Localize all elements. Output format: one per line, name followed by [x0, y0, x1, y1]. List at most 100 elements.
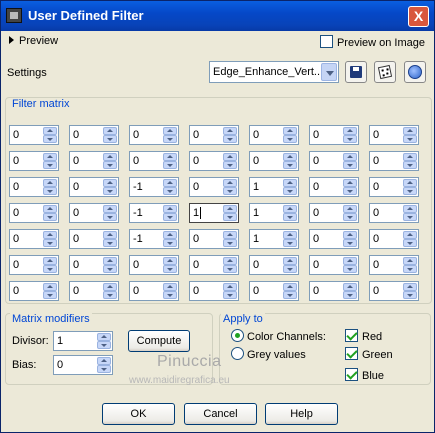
spin-up-icon[interactable] [163, 179, 177, 187]
spin-up-icon[interactable] [223, 205, 237, 213]
spin-down-icon[interactable] [163, 161, 177, 169]
matrix-cell-stepper[interactable]: 0 [309, 125, 359, 145]
spin-down-icon[interactable] [403, 161, 417, 169]
matrix-cell-stepper[interactable]: 1 [249, 229, 299, 249]
checkbox-box[interactable] [345, 347, 358, 360]
spin-down-icon[interactable] [103, 239, 117, 247]
spin-down-icon[interactable] [163, 213, 177, 221]
spin-up-icon[interactable] [223, 153, 237, 161]
close-button[interactable]: X [408, 6, 429, 27]
matrix-cell-stepper[interactable]: 0 [9, 125, 59, 145]
spin-down-icon[interactable] [103, 291, 117, 299]
spin-down-icon[interactable] [283, 187, 297, 195]
matrix-cell-stepper[interactable]: 0 [9, 281, 59, 301]
preview-toggle[interactable]: Preview [9, 35, 58, 47]
matrix-cell-stepper[interactable]: -1 [129, 177, 179, 197]
spin-up-icon[interactable] [403, 179, 417, 187]
spin-down-icon[interactable] [223, 213, 237, 221]
spin-down-icon[interactable] [403, 187, 417, 195]
spin-down-icon[interactable] [43, 213, 57, 221]
spin-up-icon[interactable] [43, 153, 57, 161]
matrix-cell-stepper[interactable]: 0 [69, 281, 119, 301]
spin-down-icon[interactable] [97, 341, 111, 349]
spin-up-icon[interactable] [283, 179, 297, 187]
spin-down-icon[interactable] [97, 365, 111, 373]
spin-down-icon[interactable] [403, 265, 417, 273]
spin-up-icon[interactable] [103, 153, 117, 161]
divisor-stepper[interactable]: 1 [53, 331, 113, 351]
matrix-cell-stepper[interactable]: -1 [129, 203, 179, 223]
spin-down-icon[interactable] [223, 161, 237, 169]
spin-down-icon[interactable] [223, 187, 237, 195]
matrix-cell-stepper[interactable]: 0 [249, 255, 299, 275]
spin-up-icon[interactable] [343, 257, 357, 265]
help-button[interactable]: Help [265, 403, 338, 425]
spin-down-icon[interactable] [343, 265, 357, 273]
spin-up-icon[interactable] [163, 231, 177, 239]
matrix-cell-stepper[interactable]: 0 [69, 203, 119, 223]
matrix-cell-stepper[interactable]: 0 [9, 255, 59, 275]
matrix-cell-stepper[interactable]: 0 [369, 125, 419, 145]
spin-up-icon[interactable] [343, 153, 357, 161]
spin-up-icon[interactable] [403, 153, 417, 161]
spin-up-icon[interactable] [223, 257, 237, 265]
spin-up-icon[interactable] [163, 127, 177, 135]
color-channels-radio[interactable]: Color Channels: [231, 329, 326, 343]
cancel-button[interactable]: Cancel [184, 403, 257, 425]
spin-down-icon[interactable] [103, 265, 117, 273]
spin-down-icon[interactable] [163, 265, 177, 273]
matrix-cell-stepper[interactable]: 0 [309, 177, 359, 197]
spin-down-icon[interactable] [403, 291, 417, 299]
spin-up-icon[interactable] [223, 283, 237, 291]
matrix-cell-stepper[interactable]: 0 [309, 203, 359, 223]
spin-down-icon[interactable] [43, 265, 57, 273]
spin-down-icon[interactable] [43, 161, 57, 169]
spin-down-icon[interactable] [223, 239, 237, 247]
matrix-cell-stepper[interactable]: 0 [189, 125, 239, 145]
matrix-cell-stepper[interactable]: 0 [69, 151, 119, 171]
matrix-cell-stepper[interactable]: 0 [189, 281, 239, 301]
spin-down-icon[interactable] [343, 135, 357, 143]
spin-up-icon[interactable] [283, 127, 297, 135]
radio-button[interactable] [231, 347, 244, 360]
matrix-cell-stepper[interactable]: 0 [369, 255, 419, 275]
spin-up-icon[interactable] [283, 257, 297, 265]
spin-up-icon[interactable] [103, 283, 117, 291]
spin-down-icon[interactable] [163, 187, 177, 195]
spin-down-icon[interactable] [103, 161, 117, 169]
grey-values-radio[interactable]: Grey values [231, 347, 306, 361]
spin-up-icon[interactable] [103, 127, 117, 135]
spin-down-icon[interactable] [103, 213, 117, 221]
randomize-button[interactable] [374, 61, 396, 83]
spin-down-icon[interactable] [283, 135, 297, 143]
spin-up-icon[interactable] [283, 153, 297, 161]
compute-button[interactable]: Compute [128, 330, 190, 352]
matrix-cell-stepper[interactable]: 0 [69, 229, 119, 249]
preview-on-image-checkbox[interactable]: Preview on Image [319, 35, 425, 49]
red-checkbox[interactable]: Red [345, 329, 382, 343]
matrix-cell-stepper[interactable]: 0 [189, 255, 239, 275]
matrix-cell-stepper[interactable]: 0 [69, 125, 119, 145]
spin-up-icon[interactable] [163, 257, 177, 265]
spin-up-icon[interactable] [283, 205, 297, 213]
green-checkbox[interactable]: Green [345, 347, 393, 361]
matrix-cell-stepper[interactable]: 0 [129, 255, 179, 275]
spin-up-icon[interactable] [223, 179, 237, 187]
spin-up-icon[interactable] [97, 357, 111, 365]
matrix-cell-stepper[interactable]: 0 [129, 151, 179, 171]
matrix-cell-stepper[interactable]: 0 [69, 177, 119, 197]
spin-down-icon[interactable] [283, 265, 297, 273]
blue-checkbox[interactable]: Blue [345, 368, 384, 382]
matrix-cell-stepper[interactable]: 0 [9, 203, 59, 223]
spin-down-icon[interactable] [283, 239, 297, 247]
spin-up-icon[interactable] [283, 231, 297, 239]
spin-up-icon[interactable] [43, 283, 57, 291]
spin-up-icon[interactable] [43, 231, 57, 239]
matrix-cell-stepper[interactable]: 0 [369, 203, 419, 223]
matrix-cell-stepper[interactable]: 0 [189, 229, 239, 249]
spin-up-icon[interactable] [97, 333, 111, 341]
chevron-down-icon[interactable] [321, 63, 337, 81]
matrix-cell-stepper[interactable]: 0 [309, 151, 359, 171]
matrix-cell-stepper[interactable]: 0 [129, 125, 179, 145]
spin-up-icon[interactable] [403, 257, 417, 265]
